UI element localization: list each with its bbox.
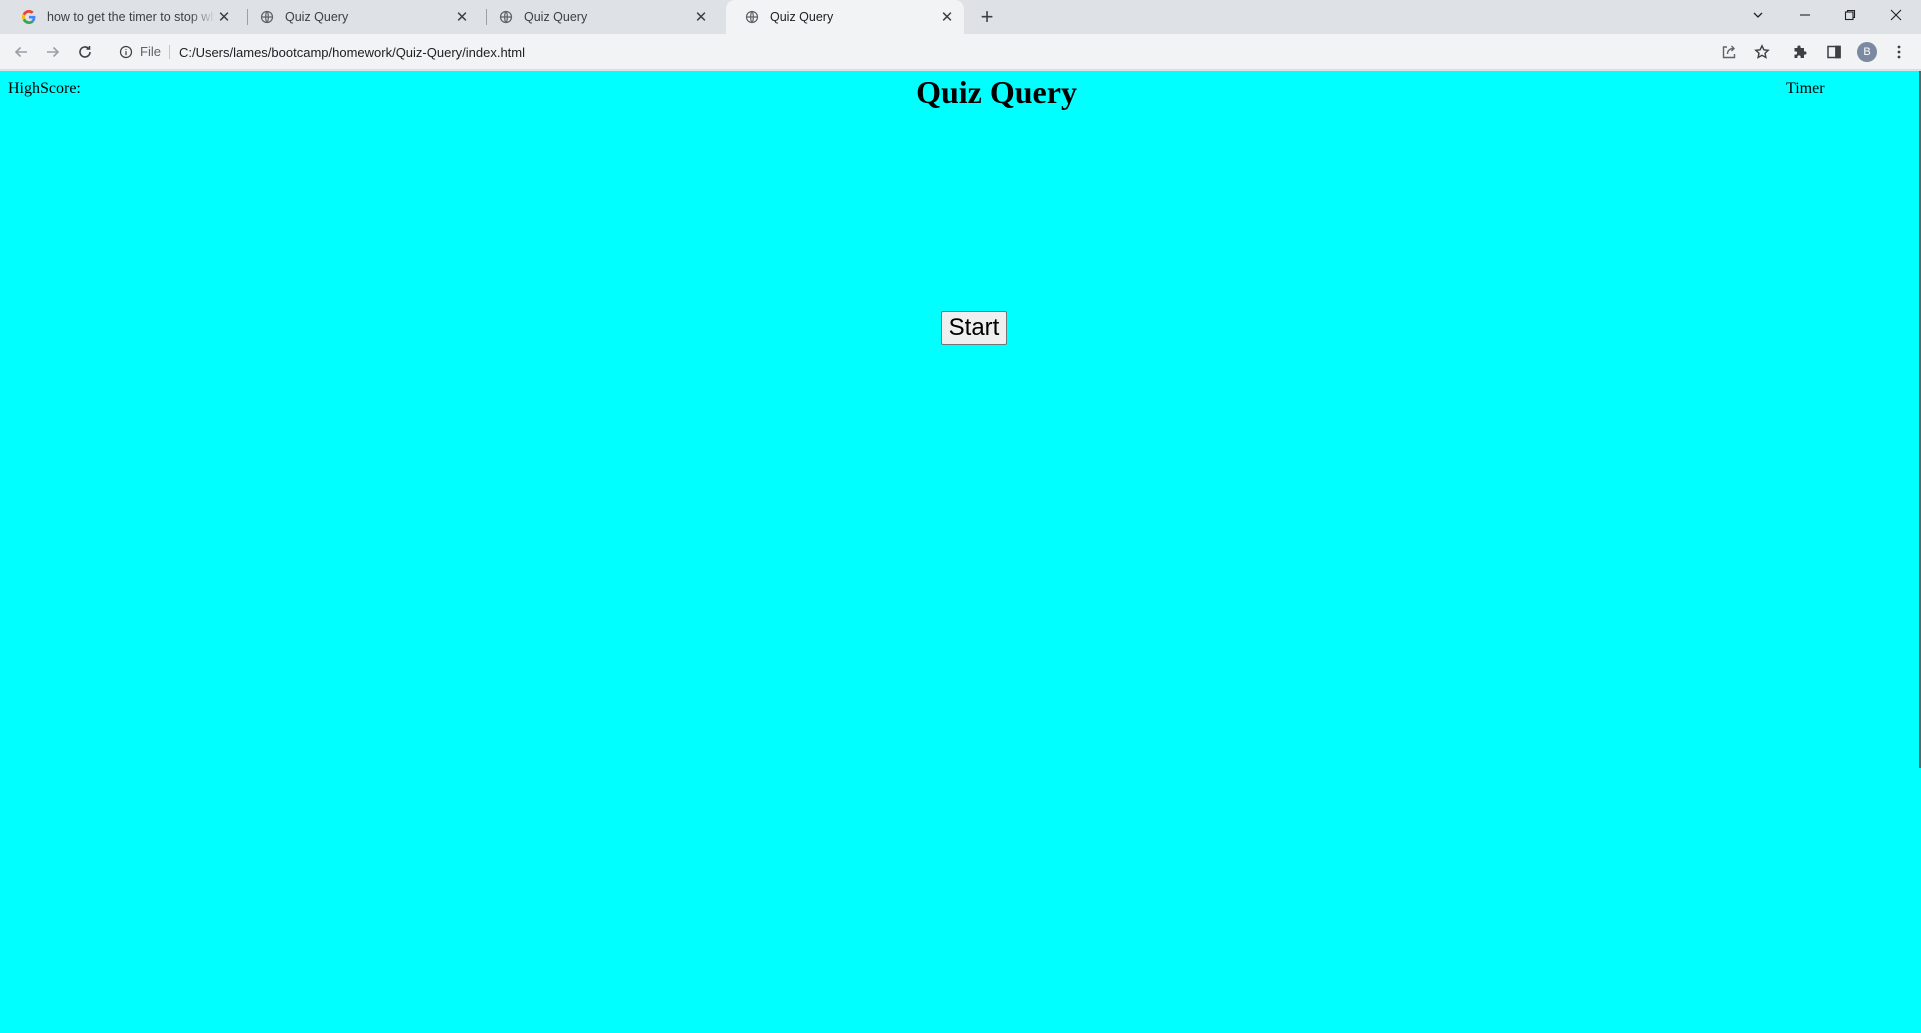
tab-quiz-query-2[interactable]: Quiz Query ✕ — [480, 0, 718, 34]
close-icon[interactable]: ✕ — [692, 8, 710, 26]
tab-title: Quiz Query — [770, 10, 834, 24]
restore-icon[interactable] — [1827, 0, 1873, 30]
minimize-icon[interactable] — [1782, 0, 1828, 30]
globe-icon — [744, 9, 760, 25]
new-tab-button[interactable]: + — [975, 4, 999, 29]
browser-toolbar: File C:/Users/lames/bootcamp/homework/Qu… — [0, 34, 1921, 70]
reload-icon[interactable] — [73, 40, 97, 64]
address-url[interactable]: C:/Users/lames/bootcamp/homework/Quiz-Qu… — [179, 45, 525, 60]
side-panel-icon[interactable] — [1822, 40, 1846, 64]
tab-strip: how to get the timer to stop whe ✕ Quiz … — [0, 0, 1921, 34]
tab-quiz-query-1[interactable]: Quiz Query ✕ — [241, 0, 479, 34]
info-icon[interactable] — [118, 44, 134, 60]
page-viewport: HighScore: Quiz Query Timer Start — [0, 71, 1921, 1033]
profile-avatar[interactable]: B — [1857, 42, 1877, 62]
bookmark-star-icon[interactable] — [1750, 40, 1774, 64]
globe-icon — [498, 9, 514, 25]
tab-title: Quiz Query — [524, 10, 588, 24]
close-icon[interactable]: ✕ — [215, 8, 233, 26]
tab-quiz-query-active[interactable]: Quiz Query ✕ — [726, 0, 964, 34]
google-g-icon — [21, 9, 37, 25]
start-button[interactable]: Start — [941, 311, 1007, 345]
tab-title: how to get the timer to stop whe — [47, 10, 215, 24]
address-bar[interactable]: File C:/Users/lames/bootcamp/homework/Qu… — [108, 38, 1793, 66]
back-arrow-icon[interactable] — [9, 40, 33, 64]
tab-title: Quiz Query — [285, 10, 349, 24]
browser-window: how to get the timer to stop whe ✕ Quiz … — [0, 0, 1921, 1033]
tab-search-chevron-icon[interactable] — [1735, 0, 1781, 30]
tab-search-result[interactable]: how to get the timer to stop whe ✕ — [3, 0, 241, 34]
share-icon[interactable] — [1717, 40, 1741, 64]
extensions-puzzle-icon[interactable] — [1789, 40, 1813, 64]
more-menu-icon[interactable] — [1887, 40, 1911, 64]
close-icon[interactable]: ✕ — [938, 8, 956, 26]
page-title: Quiz Query — [916, 74, 1077, 110]
close-icon[interactable]: ✕ — [453, 8, 471, 26]
window-close-icon[interactable] — [1873, 0, 1919, 30]
forward-arrow-icon[interactable] — [41, 40, 65, 64]
globe-icon — [259, 9, 275, 25]
address-scheme-label: File — [140, 45, 170, 59]
timer-label: Timer — [1786, 80, 1825, 97]
